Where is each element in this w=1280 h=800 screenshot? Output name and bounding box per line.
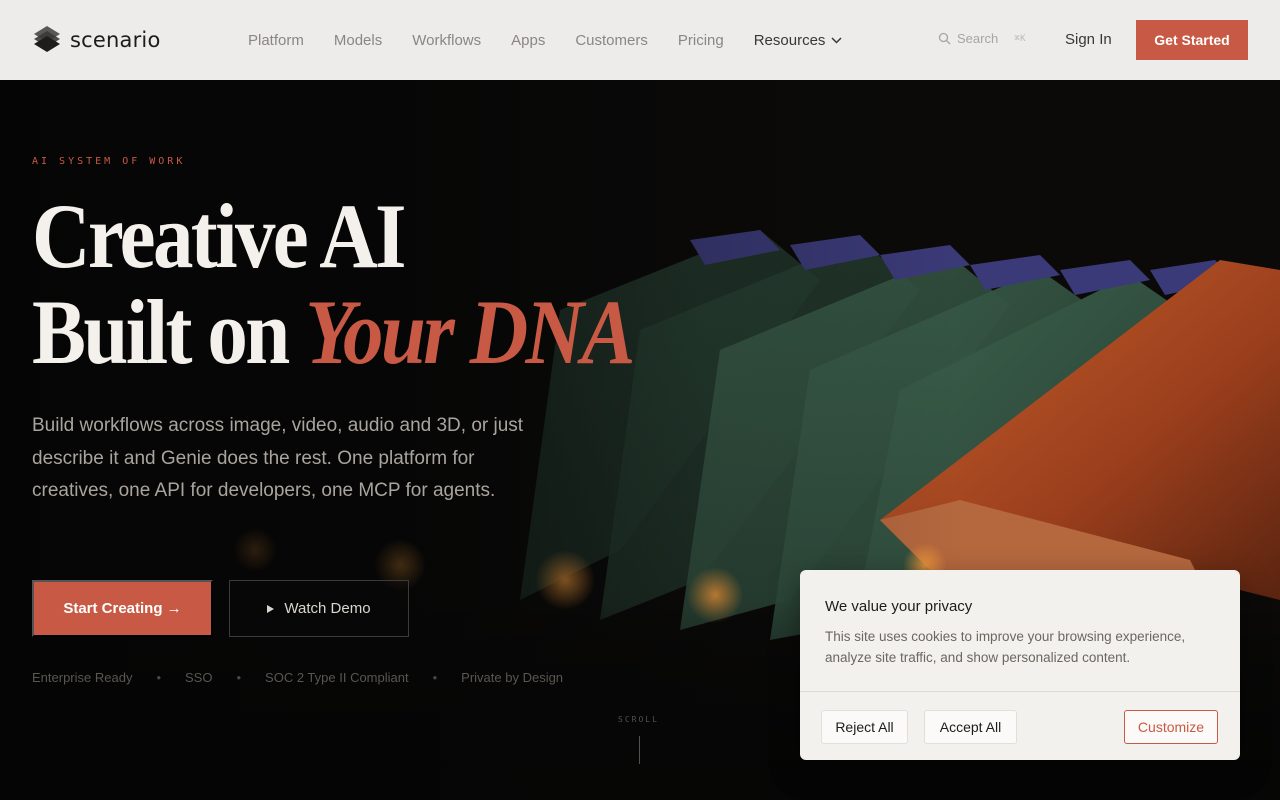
hero-eyebrow: AI SYSTEM OF WORK	[32, 156, 186, 167]
brand-name: scenario	[70, 28, 161, 52]
cookie-actions: Reject All Accept All Customize	[800, 691, 1240, 760]
nav-resources-label: Resources	[753, 31, 826, 49]
badge-enterprise: Enterprise Ready	[32, 670, 133, 685]
hero-headline: Creative AI Built on Your DNA	[32, 185, 635, 383]
headline-accent: Your DNA	[305, 281, 635, 383]
badge-separator: •	[432, 670, 438, 685]
start-creating-button[interactable]: Start Creating →	[32, 580, 213, 637]
scenario-logo-icon	[34, 26, 60, 52]
search-icon	[938, 32, 951, 45]
play-icon	[267, 604, 275, 613]
nav-link-customers[interactable]: Customers	[575, 32, 648, 49]
sign-in-link[interactable]: Sign In	[1065, 31, 1112, 48]
top-navbar: scenario Platform Models Workflows Apps …	[0, 0, 1280, 80]
badge-separator: •	[156, 670, 162, 685]
brand-logo[interactable]: scenario	[32, 24, 161, 56]
headline-line-1: Creative AI	[32, 185, 407, 287]
nav-link-resources[interactable]: Resources	[754, 32, 843, 49]
cookie-consent-dialog: We value your privacy This site uses coo…	[800, 570, 1240, 760]
search-shortcut: ⌘K	[1014, 33, 1027, 44]
search-placeholder: Search	[957, 31, 999, 46]
accept-all-button[interactable]: Accept All	[924, 710, 1017, 744]
headline-line-2: Built on	[32, 281, 306, 383]
cookie-description: This site uses cookies to improve your b…	[825, 629, 1186, 665]
customize-button[interactable]: Customize	[1124, 710, 1218, 744]
trust-badges: Enterprise Ready • SSO • SOC 2 Type II C…	[32, 670, 563, 685]
chevron-down-icon	[831, 36, 842, 44]
badge-private: Private by Design	[461, 670, 564, 685]
nav-link-platform[interactable]: Platform	[248, 32, 304, 49]
watch-demo-button[interactable]: Watch Demo	[229, 580, 409, 637]
nav-link-models[interactable]: Models	[334, 32, 382, 49]
search-button[interactable]: Search ⌘K	[938, 31, 1026, 46]
badge-soc2: SOC 2 Type II Compliant	[265, 670, 409, 685]
hero-subheadline: Build workflows across image, video, aud…	[32, 415, 524, 501]
get-started-button[interactable]: Get Started	[1136, 20, 1248, 60]
nav-link-workflows[interactable]: Workflows	[412, 32, 481, 49]
nav-link-apps[interactable]: Apps	[511, 32, 545, 49]
scroll-indicator-line	[639, 736, 640, 764]
reject-all-button[interactable]: Reject All	[821, 710, 908, 744]
main-nav: Platform Models Workflows Apps Customers…	[248, 0, 872, 80]
scroll-indicator-label: SCROLL	[618, 715, 659, 724]
badge-sso: SSO	[185, 670, 213, 685]
cookie-title: We value your privacy	[825, 598, 973, 615]
badge-separator: •	[236, 670, 242, 685]
nav-link-pricing[interactable]: Pricing	[678, 32, 724, 49]
watch-demo-label: Watch Demo	[284, 600, 371, 617]
